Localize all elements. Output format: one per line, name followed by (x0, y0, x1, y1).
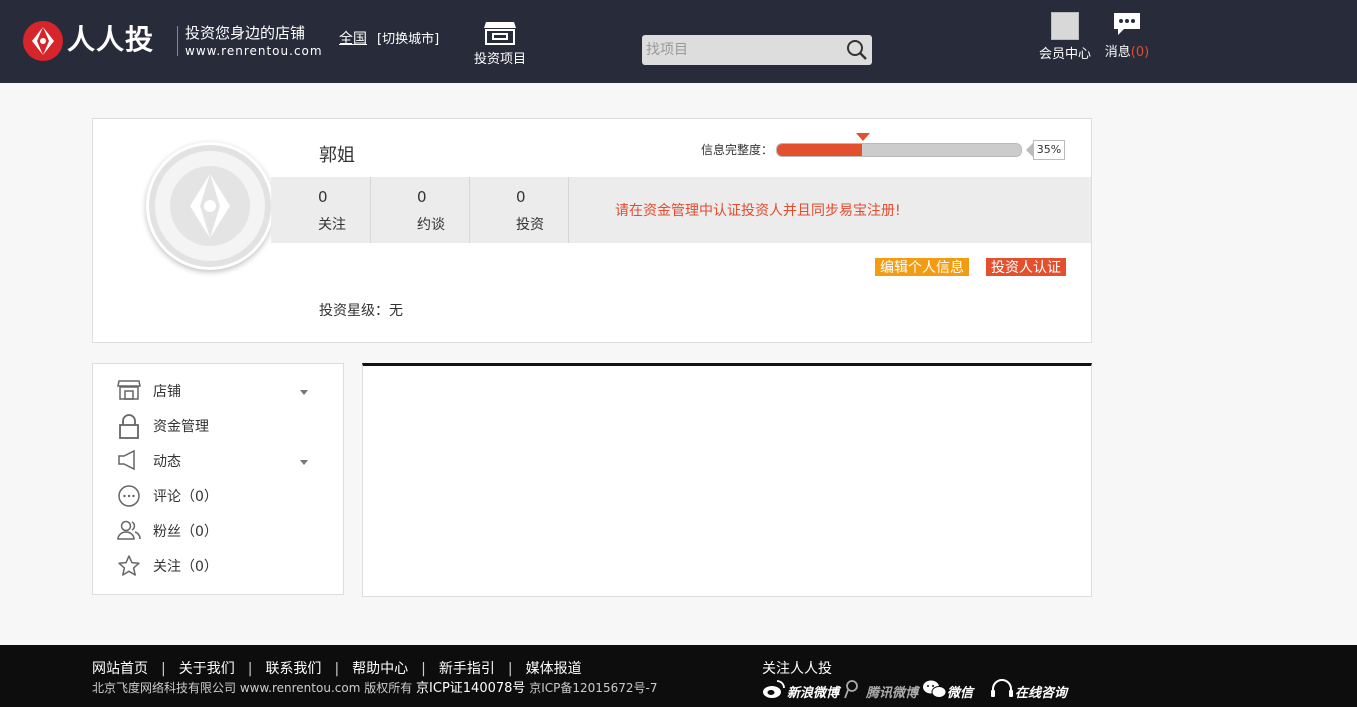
weibo-icon (763, 680, 785, 698)
top-header: 人人投 投资您身边的店铺 www.renrentou.com 全国 [切换城市]… (0, 0, 1357, 83)
social-online-consult[interactable]: 在线咨询 (990, 679, 1070, 701)
social-label: 新浪微博 (787, 686, 840, 701)
brand-slogan: 投资您身边的店铺 (185, 24, 306, 42)
footer-copyright: 北京飞度网络科技有限公司 www.renrentou.com 版权所有 京ICP… (92, 677, 657, 696)
footer-link-about[interactable]: 关于我们 (179, 661, 235, 677)
follow-us-title: 关注人人投 (762, 661, 832, 677)
user-name: 郭姐 (319, 145, 355, 166)
profile-avatar[interactable] (146, 142, 274, 270)
tencent-weibo-icon (844, 680, 858, 699)
footer-separator: | (334, 661, 340, 677)
chevron-down-icon[interactable] (300, 460, 308, 465)
megaphone-icon (118, 449, 135, 471)
store-icon (117, 380, 141, 400)
brand-domain: www.renrentou.com (185, 44, 323, 58)
footer-links: 网站首页 | 关于我们 | 联系我们 | 帮助中心 | 新手指引 | 媒体报道 (92, 658, 582, 678)
sidebar-item-label: 粉丝（0） (153, 524, 218, 540)
sidebar-item-following[interactable]: 关注（0） (117, 553, 322, 581)
certification-notice: 请在资金管理中认证投资人并且同步易宝注册! (615, 203, 901, 219)
sidebar-item-label: 资金管理 (153, 419, 209, 435)
main-content-panel (362, 363, 1092, 597)
message-bubble-icon (1114, 13, 1140, 35)
stat-label: 约谈 (417, 217, 445, 233)
sidebar-item-comments[interactable]: 评论（0） (117, 483, 322, 511)
user-avatar-icon (1051, 12, 1079, 40)
footer-separator: | (421, 661, 426, 677)
progress-marker-icon (856, 133, 870, 141)
storefront-icon (484, 22, 516, 45)
sidebar-item-label: 评论（0） (153, 489, 218, 505)
search-icon[interactable] (846, 39, 868, 61)
default-avatar-logo-icon (149, 145, 271, 267)
footer-link-home[interactable]: 网站首页 (92, 661, 148, 677)
social-label: 腾讯微博 (866, 686, 919, 701)
completeness-percent: 35% (1026, 140, 1065, 160)
edit-profile-button[interactable]: 编辑个人信息 (875, 258, 969, 276)
stat-following[interactable]: 0 关注 (271, 177, 371, 243)
completeness-progress-bar (776, 143, 1022, 157)
logo-mark-icon (23, 21, 63, 61)
search-box (642, 35, 872, 65)
icp-record: 京ICP备12015672号-7 (529, 681, 658, 695)
stat-label: 投资 (516, 217, 544, 233)
footer-separator: | (247, 661, 253, 677)
footer-separator: | (507, 661, 513, 677)
sidebar-menu: 店铺 资金管理 动态 评论（0） 粉丝（0） 关注（0） (92, 363, 344, 595)
brand-name: 人人投 (67, 23, 155, 56)
completeness-label: 信息完整度： (701, 143, 774, 157)
sidebar-item-funds[interactable]: 资金管理 (117, 413, 322, 441)
nav-invest-label: 投资项目 (473, 52, 526, 67)
footer-link-guide[interactable]: 新手指引 (439, 661, 495, 677)
stat-value: 0 (318, 188, 328, 206)
sidebar-item-fans[interactable]: 粉丝（0） (117, 518, 322, 546)
profile-card: 郭姐 信息完整度： 35% 0 关注 0 约谈 0 投资 请在资金管理中认证投资… (92, 118, 1092, 343)
messages-link[interactable]: 消息(0) (1100, 12, 1154, 60)
site-logo[interactable]: 人人投 投资您身边的店铺 www.renrentou.com (22, 18, 322, 62)
footer-link-contact[interactable]: 联系我们 (265, 661, 321, 677)
footer-link-help[interactable]: 帮助中心 (352, 661, 408, 677)
chevron-down-icon[interactable] (300, 390, 308, 395)
site-footer: 网站首页 | 关于我们 | 联系我们 | 帮助中心 | 新手指引 | 媒体报道 北京飞度网络科技有限… (0, 645, 1357, 707)
star-icon (118, 555, 140, 576)
copyright-text: 北京飞度网络科技有限公司 www.renrentou.com 版权所有 (92, 681, 413, 695)
search-input[interactable] (646, 39, 836, 61)
stat-meetings[interactable]: 0 约谈 (370, 177, 470, 243)
fans-icon (117, 520, 141, 540)
nav-invest-projects[interactable]: 投资项目 (470, 20, 530, 67)
logo-divider (177, 26, 178, 56)
member-center-link[interactable]: 会员中心 (1036, 12, 1094, 62)
stat-investments[interactable]: 0 投资 (469, 177, 569, 243)
stat-label: 关注 (318, 217, 346, 233)
member-center-label: 会员中心 (1038, 47, 1091, 62)
investor-certify-button[interactable]: 投资人认证 (986, 258, 1066, 276)
sidebar-item-store[interactable]: 店铺 (117, 378, 322, 406)
social-tencent-weibo[interactable]: 腾讯微博 (841, 679, 919, 701)
stat-value: 0 (516, 188, 526, 206)
footer-separator: | (161, 661, 166, 677)
sidebar-item-label: 关注（0） (153, 559, 218, 575)
stat-value: 0 (417, 188, 427, 206)
completeness-progress-fill (777, 144, 863, 156)
social-weibo[interactable]: 新浪微博 (762, 679, 840, 701)
icp-license: 京ICP证140078号 (416, 681, 526, 696)
investor-star-level: 投资星级：无 (319, 303, 403, 319)
social-label: 在线咨询 (1015, 686, 1068, 701)
messages-count: (0) (1130, 45, 1150, 60)
wechat-icon (923, 680, 947, 698)
stats-bar: 0 关注 0 约谈 0 投资 请在资金管理中认证投资人并且同步易宝注册! (271, 177, 1091, 243)
social-wechat[interactable]: 微信 (922, 679, 984, 701)
social-label: 微信 (947, 686, 974, 701)
headset-icon (991, 679, 1013, 697)
switch-city-link[interactable]: [切换城市] (377, 28, 439, 47)
sidebar-item-activity[interactable]: 动态 (117, 448, 322, 476)
current-city-link[interactable]: 全国 (339, 28, 367, 48)
messages-label: 消息 (1104, 45, 1131, 60)
comment-icon (118, 485, 140, 507)
sidebar-item-label: 店铺 (153, 384, 181, 400)
footer-link-media[interactable]: 媒体报道 (526, 661, 582, 677)
lock-icon (119, 414, 139, 439)
sidebar-item-label: 动态 (153, 454, 181, 470)
